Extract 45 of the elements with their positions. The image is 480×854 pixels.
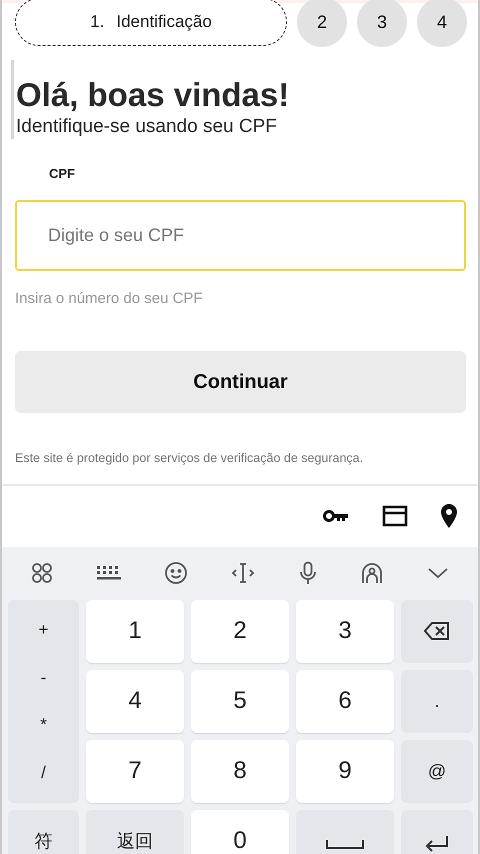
- card-icon[interactable]: [382, 505, 408, 528]
- text-cursor-icon[interactable]: [230, 562, 255, 584]
- key-icon[interactable]: [322, 508, 350, 524]
- digit-key[interactable]: 4: [86, 670, 184, 733]
- digit-key[interactable]: 9: [296, 740, 394, 803]
- symbol-key[interactable]: .: [401, 670, 473, 733]
- space-key[interactable]: [296, 810, 394, 854]
- digit-key[interactable]: 1: [86, 600, 184, 663]
- step-tab[interactable]: 1. Identificação: [15, 0, 287, 46]
- page-heading: Olá, boas vindas!: [16, 75, 290, 115]
- continue-button[interactable]: Continuar: [15, 351, 466, 413]
- chevron-down-icon[interactable]: [426, 567, 449, 580]
- person-arch-icon[interactable]: [360, 561, 384, 586]
- symbol-key[interactable]: /: [14, 760, 74, 786]
- digit-key[interactable]: 3: [296, 600, 394, 663]
- location-pin-icon[interactable]: [440, 503, 458, 530]
- digit-key[interactable]: 6: [296, 670, 394, 733]
- backspace-key[interactable]: [401, 600, 473, 663]
- digit-key[interactable]: 5: [191, 670, 289, 733]
- symbol-key[interactable]: @: [401, 740, 473, 803]
- enter-icon: [423, 834, 451, 852]
- microphone-icon[interactable]: [298, 561, 318, 586]
- digit-key[interactable]: 7: [86, 740, 184, 803]
- helper-text: Insira o número do seu CPF: [15, 288, 204, 308]
- field-label: CPF: [49, 165, 76, 183]
- symbol-key[interactable]: +: [14, 616, 74, 642]
- step-tab[interactable]: 3: [357, 0, 407, 47]
- symbol-key[interactable]: *: [14, 712, 74, 738]
- symbol-key[interactable]: 符: [8, 810, 79, 854]
- subtitle: Identifique-se usando seu CPF: [16, 115, 278, 139]
- digit-key[interactable]: 0: [191, 810, 289, 854]
- symbol-key[interactable]: 返回: [86, 810, 184, 854]
- emoji-icon[interactable]: [164, 561, 188, 586]
- grid-icon[interactable]: [31, 562, 54, 584]
- digit-key[interactable]: 8: [191, 740, 289, 803]
- step-tab[interactable]: 4: [417, 0, 467, 47]
- digit-key[interactable]: 2: [191, 600, 289, 663]
- space-bar-icon: [325, 838, 365, 850]
- security-note: Este site é protegido por serviços de verificação de segurança.: [15, 450, 364, 467]
- backspace-icon: [423, 621, 451, 642]
- enter-key[interactable]: [401, 810, 473, 854]
- keyboard-icon[interactable]: [96, 565, 122, 582]
- step-tab[interactable]: 2: [297, 0, 347, 47]
- cpf-input-field[interactable]: Digite o seu CPF: [15, 200, 466, 270]
- symbol-key[interactable]: -: [14, 664, 74, 690]
